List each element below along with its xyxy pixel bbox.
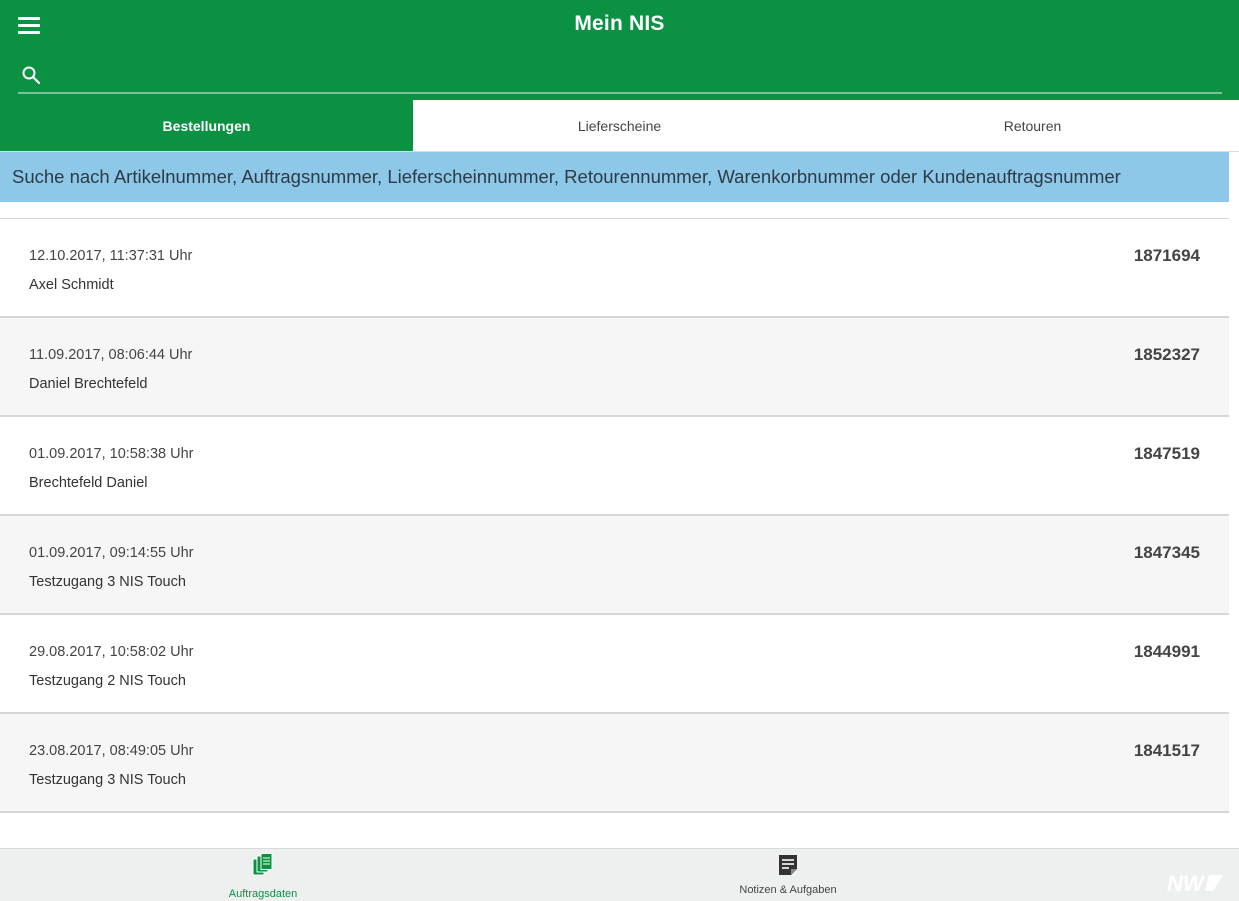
order-row[interactable]: 29.08.2017, 10:58:02 Uhr Testzugang 2 NI… <box>0 615 1229 714</box>
search-hint-banner: Suche nach Artikelnummer, Auftragsnummer… <box>0 152 1229 202</box>
order-customer: Testzugang 2 NIS Touch <box>29 673 186 689</box>
order-number: 1844991 <box>1133 642 1200 661</box>
tab-bestellungen[interactable]: Bestellungen <box>0 100 413 151</box>
notes-icon <box>779 855 797 875</box>
order-row[interactable]: 23.08.2017, 08:49:05 Uhr Testzugang 3 NI… <box>0 714 1229 813</box>
order-row[interactable]: 01.09.2017, 10:58:38 Uhr Brechtefeld Dan… <box>0 417 1229 516</box>
order-customer: Daniel Brechtefeld <box>29 376 148 392</box>
order-date: 01.09.2017, 09:14:55 Uhr <box>29 545 194 561</box>
order-number: 1841517 <box>1133 741 1200 760</box>
nav-auftragsdaten-label: Auftragsdaten <box>228 888 298 900</box>
order-number: 1847345 <box>1133 543 1200 562</box>
orders-list: 12.10.2017, 11:37:31 Uhr Axel Schmidt 18… <box>0 218 1229 849</box>
svg-text:NW: NW <box>1167 871 1206 895</box>
app-header: Mein NIS <box>0 0 1239 100</box>
nav-notizen-aufgaben[interactable]: Notizen & Aufgaben <box>718 853 858 899</box>
order-number: 1847519 <box>1133 444 1200 463</box>
documents-stack-icon <box>252 853 273 876</box>
page-title: Mein NIS <box>574 12 665 35</box>
search-input[interactable] <box>52 62 1216 90</box>
order-number: 1871694 <box>1133 246 1200 265</box>
order-date: 12.10.2017, 11:37:31 Uhr <box>29 248 193 264</box>
order-date: 29.08.2017, 10:58:02 Uhr <box>29 644 194 660</box>
search-icon <box>22 66 41 85</box>
order-date: 11.09.2017, 08:06:44 Uhr <box>29 347 193 363</box>
nw-logo: NW <box>1167 871 1223 895</box>
order-number: 1852327 <box>1133 345 1200 364</box>
order-customer: Axel Schmidt <box>29 277 114 293</box>
order-row[interactable]: 12.10.2017, 11:37:31 Uhr Axel Schmidt 18… <box>0 219 1229 318</box>
tab-retouren[interactable]: Retouren <box>826 100 1239 151</box>
bottom-navigation: Auftragsdaten Notizen & Aufgaben NW <box>0 848 1239 901</box>
order-customer: Testzugang 3 NIS Touch <box>29 772 186 788</box>
order-row[interactable]: 01.09.2017, 09:14:55 Uhr Testzugang 3 NI… <box>0 516 1229 615</box>
order-customer: Brechtefeld Daniel <box>29 475 148 491</box>
order-customer: Testzugang 3 NIS Touch <box>29 574 186 590</box>
nav-notizen-label: Notizen & Aufgaben <box>739 884 837 896</box>
tab-lieferscheine[interactable]: Lieferscheine <box>413 100 826 151</box>
order-row[interactable] <box>0 813 1229 849</box>
search-bar[interactable] <box>18 60 1222 94</box>
order-date: 23.08.2017, 08:49:05 Uhr <box>29 743 194 759</box>
order-date: 01.09.2017, 10:58:38 Uhr <box>29 446 194 462</box>
tab-bar: Bestellungen Lieferscheine Retouren <box>0 100 1239 152</box>
nav-auftragsdaten[interactable]: Auftragsdaten <box>193 853 333 900</box>
order-row[interactable]: 11.09.2017, 08:06:44 Uhr Daniel Brechtef… <box>0 318 1229 417</box>
